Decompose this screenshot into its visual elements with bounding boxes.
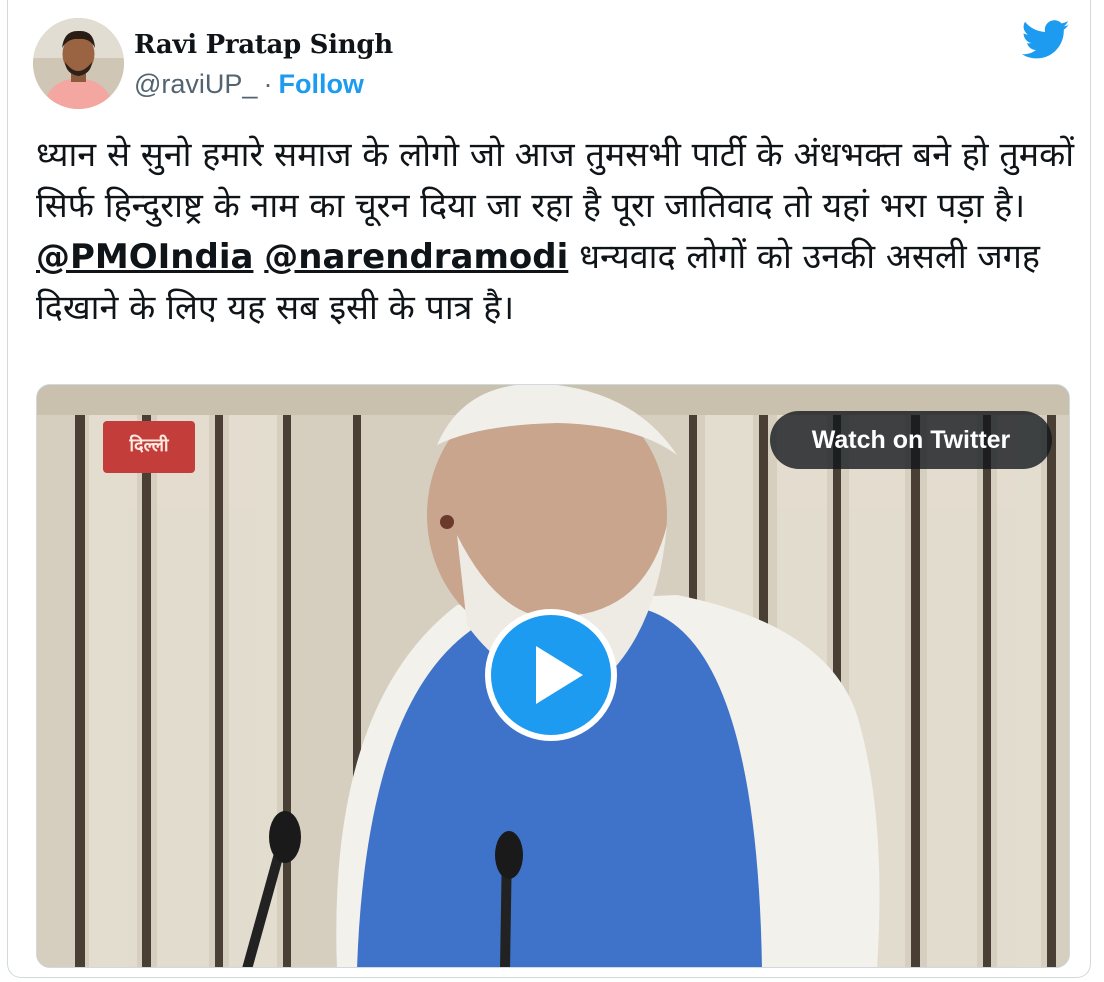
twitter-bird-icon[interactable]: [1021, 20, 1070, 60]
mention-narendramodi[interactable]: @narendramodi: [264, 237, 568, 277]
separator-dot: ·: [263, 69, 273, 99]
avatar-photo: [33, 18, 124, 109]
author-name[interactable]: Ravi Pratap Singh: [134, 30, 393, 60]
play-icon[interactable]: [484, 608, 618, 742]
mention-pmoindia[interactable]: @PMOIndia: [36, 237, 253, 277]
author-meta: @raviUP_ · Follow: [134, 69, 364, 100]
video-player[interactable]: दिल्ली Watch on Twitter: [36, 384, 1070, 968]
video-location-badge: दिल्ली: [129, 435, 169, 456]
follow-button[interactable]: Follow: [278, 69, 363, 99]
watch-on-twitter-button[interactable]: Watch on Twitter: [770, 411, 1052, 469]
tweet-card: Ravi Pratap Singh @raviUP_ · Follow ध्यान …: [7, 0, 1091, 978]
tweet-paragraph-2: @PMOIndia @narendramodi धन्यवाद लोगों को…: [36, 232, 1076, 334]
tweet-body: ध्यान से सुनो हमारे समाज के लोगो जो आज त…: [36, 130, 1076, 334]
author-handle[interactable]: @raviUP_: [134, 69, 257, 99]
tweet-paragraph-1: ध्यान से सुनो हमारे समाज के लोगो जो आज त…: [36, 135, 1075, 226]
avatar[interactable]: [33, 18, 124, 109]
